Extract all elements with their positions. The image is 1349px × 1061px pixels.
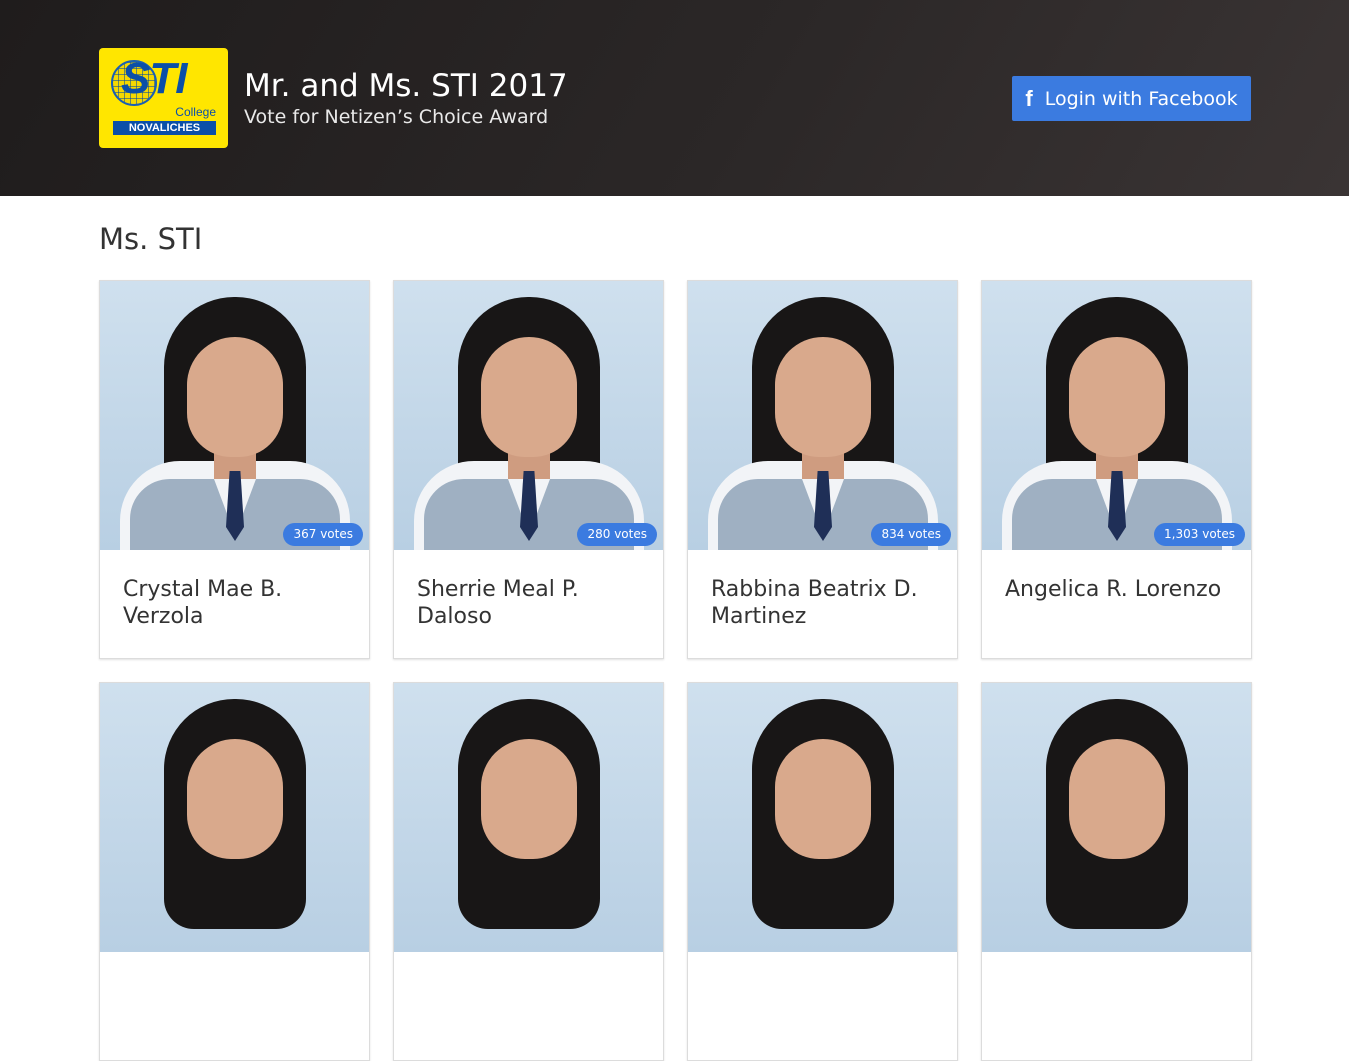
section-title: Ms. STI xyxy=(99,222,203,256)
candidate-name: Sherrie Meal P. Daloso xyxy=(417,577,579,629)
facebook-icon: f xyxy=(1025,85,1033,111)
candidate-card[interactable] xyxy=(687,682,958,1061)
login-with-facebook-button[interactable]: f Login with Facebook xyxy=(1012,76,1251,121)
candidate-photo[interactable]: 1,303 votes xyxy=(982,281,1251,550)
vote-count-badge: 834 votes xyxy=(871,523,951,546)
site-subtitle: Vote for Netizen’s Choice Award xyxy=(244,106,549,128)
candidate-photo[interactable] xyxy=(100,683,369,952)
candidate-photo[interactable] xyxy=(394,683,663,952)
candidate-card[interactable] xyxy=(981,682,1252,1061)
logo-brand-text: STI xyxy=(121,54,187,103)
candidate-name: Rabbina Beatrix D. Martinez xyxy=(711,577,918,629)
sti-college-logo[interactable]: STI College NOVALICHES xyxy=(99,48,228,148)
candidate-card[interactable] xyxy=(99,682,370,1061)
candidate-photo[interactable] xyxy=(688,683,957,952)
candidate-card[interactable]: 367 votes Crystal Mae B. Verzola xyxy=(99,280,370,659)
candidate-name: Angelica R. Lorenzo xyxy=(1005,577,1222,602)
candidate-card[interactable]: 834 votes Rabbina Beatrix D. Martinez xyxy=(687,280,958,659)
vote-count-badge: 1,303 votes xyxy=(1154,523,1245,546)
login-button-label: Login with Facebook xyxy=(1044,87,1238,110)
page-header: STI College NOVALICHES Mr. and Ms. STI 2… xyxy=(0,0,1349,196)
logo-campus-text: NOVALICHES xyxy=(113,121,216,135)
candidate-photo[interactable]: 834 votes xyxy=(688,281,957,550)
vote-count-badge: 280 votes xyxy=(577,523,657,546)
logo-college-text: College xyxy=(175,105,216,119)
candidate-photo[interactable]: 367 votes xyxy=(100,281,369,550)
candidate-card[interactable]: 1,303 votes Angelica R. Lorenzo xyxy=(981,280,1252,659)
vote-count-badge: 367 votes xyxy=(283,523,363,546)
candidate-photo[interactable]: 280 votes xyxy=(394,281,663,550)
candidate-card[interactable] xyxy=(393,682,664,1061)
candidate-card[interactable]: 280 votes Sherrie Meal P. Daloso xyxy=(393,280,664,659)
candidate-photo[interactable] xyxy=(982,683,1251,952)
candidate-name: Crystal Mae B. Verzola xyxy=(123,577,283,629)
site-title: Mr. and Ms. STI 2017 xyxy=(244,68,568,104)
